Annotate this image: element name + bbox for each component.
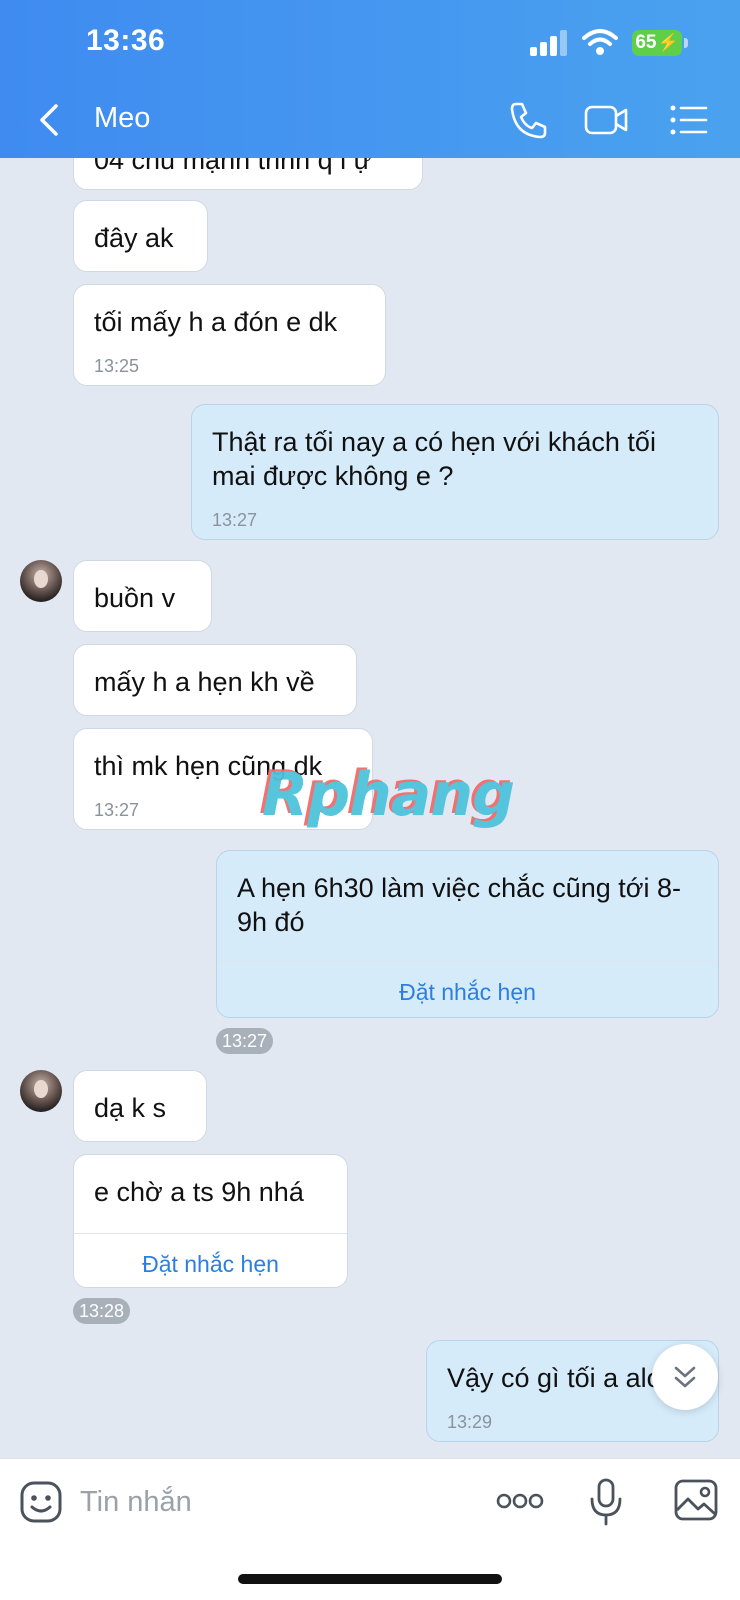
message-time-pill: 13:27: [216, 1028, 274, 1054]
message-text: mấy h a hẹn kh về: [94, 667, 315, 697]
message-text: A hẹn 6h30 làm việc chắc cũng tới 8-9h đ…: [237, 873, 681, 937]
chat-header: 13:36 65 ⚡ Meo: [0, 0, 740, 158]
avatar[interactable]: [20, 1070, 62, 1112]
message-bubble-outgoing[interactable]: Thật ra tối nay a có hẹn với khách tối m…: [191, 404, 719, 540]
message-text: thì mk hẹn cũng dk: [94, 751, 323, 781]
set-reminder-button[interactable]: Đặt nhắc hẹn: [74, 1247, 347, 1281]
phone-icon[interactable]: [506, 98, 550, 142]
scroll-to-bottom-button[interactable]: [652, 1344, 718, 1410]
message-text: tối mấy h a đón e dk: [94, 307, 338, 337]
message-text: đây ak: [94, 223, 174, 253]
message-bubble-incoming[interactable]: mấy h a hẹn kh về: [73, 644, 357, 716]
message-bubble-incoming[interactable]: đây ak: [73, 200, 208, 272]
signal-icon: [530, 30, 570, 56]
image-icon[interactable]: [674, 1479, 718, 1521]
message-time-pill: 13:28: [73, 1298, 131, 1324]
message-time: 13:29: [447, 1412, 493, 1432]
sticker-icon[interactable]: [20, 1481, 62, 1523]
battery-tip: [684, 38, 688, 48]
message-time: 13:27: [94, 800, 140, 820]
message-text: buồn v: [94, 583, 176, 613]
message-bubble-incoming[interactable]: tối mấy h a đón e dk 13:25: [73, 284, 386, 386]
wifi-icon: [582, 29, 618, 55]
battery-indicator: 65 ⚡: [632, 30, 682, 56]
message-bubble-incoming[interactable]: dạ k s: [73, 1070, 207, 1142]
back-button[interactable]: [34, 100, 64, 140]
message-input[interactable]: [80, 1477, 460, 1527]
video-call-icon[interactable]: [584, 98, 628, 142]
chevron-down-icon: [674, 1366, 696, 1388]
message-list[interactable]: 04 chu mạnh trinh q i ự đây ak tối mấy h…: [0, 158, 740, 1458]
microphone-icon[interactable]: [586, 1477, 626, 1527]
chat-title[interactable]: Meo: [94, 102, 150, 135]
charging-icon: ⚡: [657, 33, 679, 52]
message-bubble-outgoing[interactable]: A hẹn 6h30 làm việc chắc cũng tới 8-9h đ…: [216, 850, 719, 1018]
message-bubble-incoming[interactable]: 04 chu mạnh trinh q i ự: [73, 158, 423, 190]
status-time: 13:36: [86, 24, 166, 57]
message-time: 13:27: [212, 510, 258, 530]
avatar[interactable]: [20, 560, 62, 602]
reminder-divider: [217, 961, 718, 962]
message-text: dạ k s: [94, 1093, 167, 1123]
message-bubble-incoming[interactable]: buồn v: [73, 560, 212, 632]
reminder-divider: [74, 1233, 347, 1234]
home-indicator: [238, 1574, 502, 1584]
message-time: 13:25: [94, 356, 140, 376]
more-icon[interactable]: [496, 1491, 544, 1511]
set-reminder-button[interactable]: Đặt nhắc hẹn: [217, 975, 718, 1009]
message-bubble-incoming[interactable]: e chờ a ts 9h nhá Đặt nhắc hẹn: [73, 1154, 348, 1288]
menu-list-icon[interactable]: [666, 98, 710, 142]
message-bubble-incoming[interactable]: thì mk hẹn cũng dk 13:27: [73, 728, 373, 830]
message-text: 04 chu mạnh trinh q i ự: [94, 158, 372, 175]
battery-level: 65: [635, 32, 657, 53]
message-text: Thật ra tối nay a có hẹn với khách tối m…: [212, 427, 656, 491]
message-text: e chờ a ts 9h nhá: [94, 1177, 304, 1207]
